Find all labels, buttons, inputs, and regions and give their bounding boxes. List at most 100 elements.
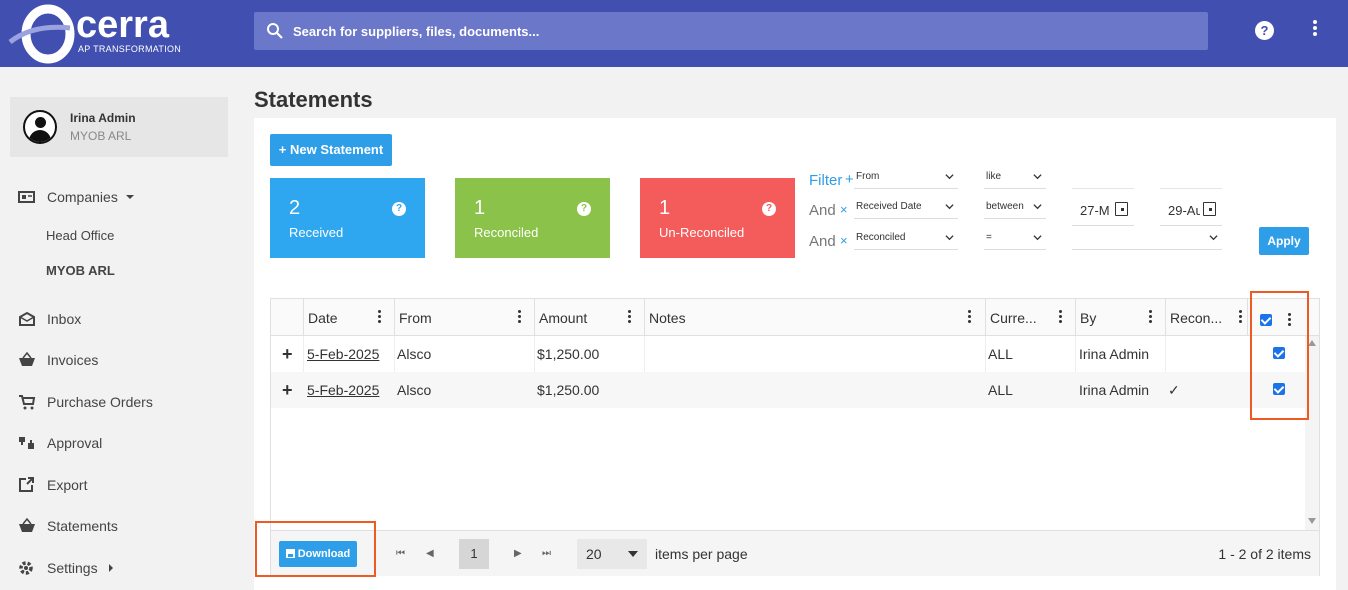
card-count: 1 bbox=[659, 197, 671, 219]
help-icon[interactable]: ? bbox=[762, 202, 776, 216]
checkbox-column-highlight bbox=[1250, 291, 1309, 420]
export-icon bbox=[19, 477, 34, 492]
sidebar-item-invoices[interactable]: Invoices bbox=[18, 349, 98, 371]
sidebar-item-statements[interactable]: Statements bbox=[18, 515, 118, 537]
sidebar-item-approval[interactable]: Approval bbox=[18, 432, 102, 454]
user-card[interactable]: Irina Admin MYOB ARL bbox=[10, 97, 228, 157]
first-page-icon[interactable]: ⏮ bbox=[396, 548, 405, 559]
column-header-from[interactable]: From bbox=[394, 299, 534, 336]
expand-row-icon[interactable]: + bbox=[282, 344, 293, 365]
filter-and-label: And bbox=[809, 233, 836, 250]
table-row[interactable]: + 5-Feb-2025 Alsco $1,250.00 ALL Irina A… bbox=[271, 336, 1305, 372]
column-header-amount[interactable]: Amount bbox=[534, 299, 644, 336]
statement-date-link[interactable]: 5-Feb-2025 bbox=[307, 382, 379, 398]
card-label: Reconciled bbox=[474, 225, 539, 240]
table-row[interactable]: + 5-Feb-2025 Alsco $1,250.00 ALL Irina A… bbox=[271, 372, 1305, 408]
end-date-picker[interactable]: 29-Au bbox=[1160, 188, 1222, 226]
unreconciled-card[interactable]: 1 Un-Reconciled ? bbox=[640, 178, 795, 258]
start-date-picker[interactable]: 27-M bbox=[1072, 188, 1134, 226]
search-input[interactable]: Search for suppliers, files, documents..… bbox=[293, 24, 539, 39]
filter-title: Filter bbox=[809, 172, 843, 189]
last-page-icon[interactable]: ⏭ bbox=[542, 548, 551, 559]
inbox-icon bbox=[19, 311, 35, 326]
calendar-icon[interactable] bbox=[1115, 202, 1128, 216]
filter-field-select[interactable]: Received Date bbox=[854, 197, 958, 219]
grid-pager: Download ⏮ ◀ 1 ▶ ⏭ 20 items per page 1 -… bbox=[271, 530, 1319, 576]
column-header-notes[interactable]: Notes bbox=[644, 299, 985, 336]
column-menu-icon[interactable] bbox=[966, 310, 972, 326]
add-filter-button[interactable]: + bbox=[845, 171, 854, 188]
sidebar-item-purchase-orders[interactable]: Purchase Orders bbox=[18, 391, 153, 413]
basket-icon bbox=[19, 518, 35, 532]
top-bar: cerra AP TRANSFORMATION Search for suppl… bbox=[0, 0, 1348, 67]
expand-row-icon[interactable]: + bbox=[282, 380, 293, 401]
remove-filter-icon[interactable]: × bbox=[840, 202, 848, 217]
calendar-icon[interactable] bbox=[1203, 202, 1216, 216]
search-bar[interactable]: Search for suppliers, files, documents..… bbox=[254, 12, 1208, 50]
filter-operator-select[interactable]: = bbox=[984, 228, 1046, 250]
column-menu-icon[interactable] bbox=[626, 310, 632, 326]
current-page-button[interactable]: 1 bbox=[459, 539, 489, 569]
sidebar-item-head-office[interactable]: Head Office bbox=[46, 228, 114, 243]
cell-amount: $1,250.00 bbox=[537, 382, 600, 398]
company-card-icon bbox=[18, 191, 35, 203]
filter-field-select[interactable]: From bbox=[854, 167, 958, 189]
filter-value-select[interactable] bbox=[1072, 228, 1222, 250]
filter-operator-select[interactable]: between bbox=[984, 197, 1046, 219]
received-card[interactable]: 2 Received ? bbox=[270, 178, 425, 258]
column-menu-icon[interactable] bbox=[1057, 310, 1063, 326]
prev-page-icon[interactable]: ◀ bbox=[426, 548, 434, 559]
cerra-logo[interactable]: cerra AP TRANSFORMATION bbox=[8, 4, 188, 64]
select-value: = bbox=[986, 232, 992, 243]
column-title: Amount bbox=[539, 310, 588, 326]
cell-from: Alsco bbox=[397, 382, 432, 398]
help-icon[interactable]: ? bbox=[577, 202, 591, 216]
remove-filter-icon[interactable]: × bbox=[840, 233, 848, 248]
select-value: Received Date bbox=[856, 201, 922, 212]
column-header-currency[interactable]: Curre... bbox=[985, 299, 1075, 336]
select-value: like bbox=[986, 171, 1002, 182]
help-icon[interactable]: ? bbox=[1255, 21, 1274, 40]
column-title: From bbox=[399, 310, 432, 326]
next-page-icon[interactable]: ▶ bbox=[514, 548, 522, 559]
page-title: Statements bbox=[254, 87, 373, 112]
download-highlight bbox=[255, 521, 376, 577]
sidebar-item-export[interactable]: Export bbox=[18, 474, 87, 496]
thumbs-icon bbox=[19, 437, 34, 449]
sidebar-item-myob-arl[interactable]: MYOB ARL bbox=[46, 263, 115, 278]
column-header-reconciled[interactable]: Recon... bbox=[1165, 299, 1247, 336]
caret-down-icon bbox=[125, 195, 134, 199]
new-statement-button[interactable]: + New Statement bbox=[270, 134, 392, 166]
statement-date-link[interactable]: 5-Feb-2025 bbox=[307, 346, 379, 362]
sidebar-item-label: Purchase Orders bbox=[47, 394, 153, 410]
more-menu-icon[interactable] bbox=[1308, 20, 1322, 40]
column-header-by[interactable]: By bbox=[1075, 299, 1165, 336]
filter-operator-select[interactable]: like bbox=[984, 167, 1046, 189]
column-menu-icon[interactable] bbox=[376, 310, 382, 326]
column-title: Date bbox=[308, 310, 338, 326]
page-size-select[interactable]: 20 bbox=[577, 539, 647, 569]
apply-button[interactable]: Apply bbox=[1259, 227, 1309, 255]
column-title: Notes bbox=[649, 310, 686, 326]
filter-and-label: And bbox=[809, 202, 836, 219]
sidebar-item-settings[interactable]: Settings bbox=[18, 557, 116, 579]
column-header-date[interactable]: Date bbox=[303, 299, 394, 336]
card-label: Un-Reconciled bbox=[659, 225, 745, 240]
avatar bbox=[23, 110, 57, 144]
column-title: Curre... bbox=[990, 310, 1037, 326]
basket-icon bbox=[19, 352, 35, 366]
date-value: 29-Au bbox=[1168, 203, 1200, 218]
cart-icon bbox=[19, 395, 36, 410]
column-menu-icon[interactable] bbox=[1147, 310, 1153, 326]
sidebar-item-inbox[interactable]: Inbox bbox=[18, 308, 81, 330]
gear-icon bbox=[19, 561, 33, 575]
column-menu-icon[interactable] bbox=[516, 310, 522, 326]
chevron-down-icon bbox=[945, 235, 954, 241]
column-menu-icon[interactable] bbox=[1237, 310, 1243, 326]
filter-field-select[interactable]: Reconciled bbox=[854, 228, 958, 250]
user-org: MYOB ARL bbox=[70, 129, 132, 143]
card-count: 2 bbox=[289, 197, 301, 219]
reconciled-card[interactable]: 1 Reconciled ? bbox=[455, 178, 610, 258]
sidebar-item-companies[interactable]: Companies bbox=[18, 186, 135, 208]
help-icon[interactable]: ? bbox=[392, 202, 406, 216]
